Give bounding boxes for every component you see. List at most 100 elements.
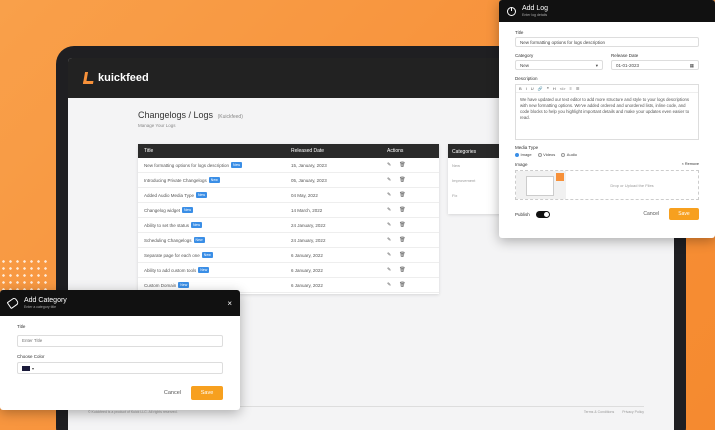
app-logo[interactable]: kuickfeed	[82, 72, 149, 84]
cancel-button[interactable]: Cancel	[164, 390, 181, 396]
row-title[interactable]: Introducing Private Changelogs New	[138, 177, 291, 183]
page-subtitle: Manage Your Logs	[138, 123, 176, 128]
chevron-down-icon: ▾	[595, 63, 598, 68]
trash-icon[interactable]: 🗑	[399, 177, 405, 183]
footer-link-terms[interactable]: Terms & Conditions	[584, 410, 614, 414]
toolbar-button[interactable]: I	[526, 86, 527, 91]
radio-icon	[537, 152, 542, 157]
edit-icon[interactable]: ✎	[387, 267, 391, 273]
edit-icon[interactable]: ✎	[387, 207, 391, 213]
description-label: Description	[515, 76, 538, 81]
edit-icon[interactable]: ✎	[387, 222, 391, 228]
row-title[interactable]: Scheduling Changelogs New	[138, 237, 291, 243]
trash-icon[interactable]: 🗑	[399, 162, 405, 168]
row-actions: ✎ 🗑	[383, 222, 439, 228]
add-category-subtitle: Enter a category title	[24, 305, 57, 309]
status-badge: New	[231, 162, 243, 168]
row-title[interactable]: Separate page for each one New	[138, 252, 291, 258]
table-row: Ability to set the status New 24 January, …	[138, 218, 439, 233]
status-badge: New	[193, 237, 205, 243]
edit-icon[interactable]: ✎	[387, 177, 391, 183]
description-editor[interactable]: B I U 🔗 ❝ H </> ≡ ☰ We have updated our text edi…	[515, 84, 699, 140]
media-type-label: Media Type	[515, 145, 539, 150]
table-row: Separate page for each one New 6 January, …	[138, 248, 439, 263]
logs-table: Title Released Date Actions New formatti…	[138, 144, 439, 294]
toolbar-button[interactable]: </>	[560, 86, 566, 91]
row-date: 6 January, 2022	[291, 267, 323, 273]
footer-link-privacy[interactable]: Privacy Policy	[622, 410, 644, 414]
media-type-group: Image Videos Audio	[515, 152, 699, 157]
category-select[interactable]: New ▾	[515, 60, 603, 70]
add-log-modal: Add Log Enter log details Title New form…	[499, 0, 715, 238]
toolbar-button[interactable]: H	[553, 86, 556, 91]
radio-icon	[515, 152, 519, 157]
editor-toolbar: B I U 🔗 ❝ H </> ≡ ☰	[516, 85, 698, 93]
table-row: Changelog widget New 14 March, 2022 ✎ 🗑	[138, 203, 439, 218]
toolbar-button[interactable]: ≡	[570, 86, 572, 91]
row-date: 24 January, 2022	[291, 237, 326, 243]
trash-icon[interactable]: 🗑	[399, 267, 405, 273]
table-header: Title Released Date Actions	[138, 144, 439, 158]
table-row: Ability to add custom tools New 6 January,…	[138, 263, 439, 278]
edit-icon[interactable]: ✎	[387, 252, 391, 258]
table-row: Introducing Private Changelogs New 05, Jan…	[138, 173, 439, 188]
row-actions: ✎ 🗑	[383, 207, 439, 213]
toolbar-button[interactable]: U	[531, 86, 534, 91]
row-title[interactable]: Changelog widget New	[138, 207, 291, 213]
row-date: 04 May, 2022	[291, 192, 318, 198]
row-actions: ✎ 🗑	[383, 252, 439, 258]
trash-icon[interactable]: 🗑	[399, 222, 405, 228]
table-row: Scheduling Changelogs New 24 January, 2022…	[138, 233, 439, 248]
page-title: Changelogs / Logs (Kuickfeed)	[138, 110, 243, 120]
trash-icon[interactable]: 🗑	[399, 192, 405, 198]
cancel-button[interactable]: Cancel	[643, 211, 659, 217]
image-upload[interactable]: Drop or Upload the Files	[515, 170, 699, 200]
row-actions: ✎ 🗑	[383, 192, 439, 198]
save-button[interactable]: Save	[669, 208, 699, 220]
image-thumbnail	[516, 171, 566, 199]
media-option-audio[interactable]: Audio	[561, 152, 577, 157]
row-title[interactable]: Ability to set the status New	[138, 222, 291, 228]
status-badge: New	[182, 207, 194, 213]
toolbar-button[interactable]: ☰	[576, 86, 580, 91]
category-label: Category	[515, 53, 534, 58]
row-actions: ✎ 🗑	[383, 282, 439, 288]
edit-icon[interactable]: ✎	[387, 237, 391, 243]
toolbar-button[interactable]: B	[519, 86, 522, 91]
col-actions: Actions	[387, 148, 404, 154]
publish-label: Publish	[515, 211, 530, 217]
trash-icon[interactable]: 🗑	[399, 237, 405, 243]
color-picker[interactable]: ▾	[17, 362, 223, 374]
row-title[interactable]: Added Audio Media Type New	[138, 192, 291, 198]
publish-toggle[interactable]	[535, 210, 550, 218]
toolbar-button[interactable]: 🔗	[538, 86, 543, 91]
edit-icon[interactable]: ✎	[387, 192, 391, 198]
remove-image-button[interactable]: × Remove	[682, 162, 699, 167]
release-date-label: Release Date	[611, 53, 639, 58]
edit-icon[interactable]: ✎	[387, 282, 391, 288]
add-log-subtitle: Enter log details	[522, 13, 548, 17]
trash-icon[interactable]: 🗑	[399, 282, 405, 288]
trash-icon[interactable]: 🗑	[399, 252, 405, 258]
choose-color-label: Choose Color	[17, 354, 45, 359]
close-icon[interactable]: ×	[227, 299, 232, 308]
toolbar-button[interactable]: ❝	[547, 86, 549, 91]
logo-icon	[82, 72, 96, 84]
description-text[interactable]: We have updated our text editor to add m…	[516, 93, 698, 139]
release-date-input[interactable]: 01-01-2023 ▦	[611, 60, 699, 70]
trash-icon[interactable]: 🗑	[399, 207, 405, 213]
row-title[interactable]: Ability to add custom tools New	[138, 267, 291, 273]
media-option-videos[interactable]: Videos	[537, 152, 555, 157]
row-date: 14 March, 2022	[291, 207, 323, 213]
row-title[interactable]: Custom Domain New	[138, 282, 291, 288]
row-date: 05, January, 2023	[291, 177, 327, 183]
table-row: New formatting options for logs descript…	[138, 158, 439, 173]
media-option-image[interactable]: Image	[515, 152, 532, 157]
add-log-body: Title New formatting options for logs de…	[499, 22, 715, 226]
edit-icon[interactable]: ✎	[387, 162, 391, 168]
status-badge: New	[178, 282, 190, 288]
log-title-input[interactable]: New formatting options for logs descript…	[515, 37, 699, 47]
row-title[interactable]: New formatting options for logs descript…	[138, 162, 291, 168]
save-button[interactable]: Save	[191, 386, 223, 400]
category-title-input[interactable]	[17, 334, 223, 347]
